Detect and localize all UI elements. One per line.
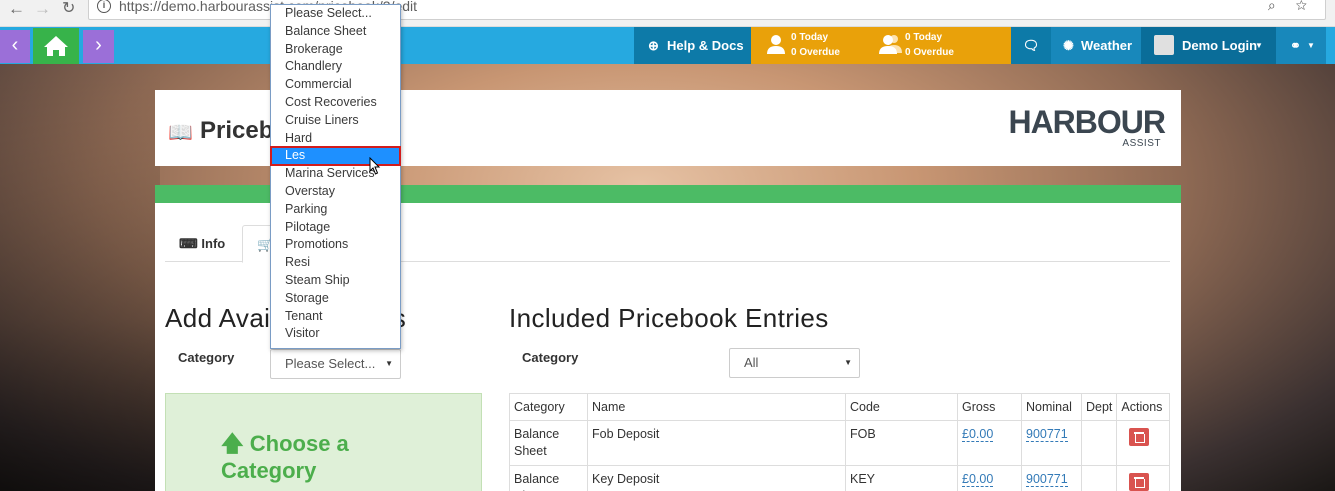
left-category-label: Category xyxy=(178,350,235,365)
table-row: Balance Sheet Key Deposit KEY £0.00 9007… xyxy=(509,465,1170,491)
trash-icon[interactable] xyxy=(1129,473,1150,491)
dropdown-option[interactable]: Pilotage xyxy=(271,219,400,237)
chevron-down-icon: ▼ xyxy=(1307,41,1315,50)
dropdown-option[interactable]: Tenant xyxy=(271,308,400,326)
choose-category-text: 🡅 Choose a Category xyxy=(221,431,349,483)
links-menu-button[interactable]: ⚭ ▼ xyxy=(1276,27,1326,64)
forward-nav-button[interactable]: › xyxy=(83,30,114,63)
zoom-icon[interactable]: ⌕ ☆ xyxy=(1268,0,1315,14)
dropdown-option[interactable]: Commercial xyxy=(271,76,400,94)
dropdown-option[interactable]: Visitor xyxy=(271,325,400,343)
chevron-down-icon: ▼ xyxy=(1255,41,1263,50)
tasks-today: 0 Today xyxy=(791,32,829,43)
trash-icon[interactable] xyxy=(1129,428,1150,446)
reload-icon[interactable]: ↻ xyxy=(62,0,75,18)
group-overdue: 0 Overdue xyxy=(905,47,954,58)
chevron-down-icon: ▼ xyxy=(844,358,852,367)
choose-category-panel: 🡅 Choose a Category xyxy=(165,393,482,491)
col-code: Code xyxy=(845,393,958,421)
home-icon xyxy=(44,36,68,56)
keyboard-icon: ⌨ xyxy=(179,236,198,251)
chat-icon: 🗨 xyxy=(1022,38,1040,53)
dropdown-option[interactable]: Promotions xyxy=(271,236,400,254)
dropdown-option[interactable]: Brokerage xyxy=(271,41,400,59)
sun-icon: ✺ xyxy=(1063,38,1074,53)
help-docs-label: Help & Docs xyxy=(667,38,744,53)
back-nav-button[interactable]: ‹ xyxy=(0,30,30,63)
dropdown-option[interactable]: Resi xyxy=(271,254,400,272)
weather-label: Weather xyxy=(1081,38,1133,53)
left-category-select[interactable]: Please Select... ▼ xyxy=(270,349,401,379)
col-dept: Dept xyxy=(1080,393,1118,421)
dropdown-option[interactable]: Hard xyxy=(271,130,400,148)
weather-button[interactable]: ✺ Weather xyxy=(1051,27,1141,64)
dropdown-option[interactable]: Chandlery xyxy=(271,58,400,76)
arrow-up-icon: 🡅 xyxy=(221,431,244,456)
col-gross: Gross xyxy=(957,393,1022,421)
harbour-assist-logo: HARBOUR ASSIST xyxy=(1008,104,1166,149)
nominal-link[interactable]: 900771 xyxy=(1026,427,1068,442)
avatar xyxy=(1154,35,1174,55)
col-nominal: Nominal xyxy=(1021,393,1082,421)
gross-link[interactable]: £0.00 xyxy=(962,427,994,442)
dropdown-option[interactable]: Overstay xyxy=(271,183,400,201)
link-icon: ⚭ xyxy=(1290,38,1301,53)
col-category: Category xyxy=(509,393,588,421)
dropdown-option[interactable]: Cost Recoveries xyxy=(271,94,400,112)
user-menu-button[interactable]: Demo Login ▼ xyxy=(1141,27,1276,64)
users-icon xyxy=(879,35,902,54)
col-actions: Actions xyxy=(1116,393,1170,421)
back-arrow-icon[interactable]: ← xyxy=(8,0,25,18)
browser-toolbar: ← → ↻ i https://demo.harbourassist.com/p… xyxy=(0,0,1335,27)
chevron-down-icon: ▼ xyxy=(385,359,393,368)
help-docs-button[interactable]: ⊕ Help & Docs xyxy=(634,27,751,64)
user-label: Demo Login xyxy=(1182,38,1258,53)
dropdown-option[interactable]: Cruise Liners xyxy=(271,112,400,130)
tab-info[interactable]: ⌨ Info xyxy=(165,225,239,263)
table-header-row: Category Name Code Gross Nominal Dept Ac… xyxy=(509,393,1170,421)
included-entries-heading: Included Pricebook Entries xyxy=(509,303,829,333)
dropdown-option[interactable]: Storage xyxy=(271,290,400,308)
right-category-label: Category xyxy=(522,350,579,365)
dropdown-option[interactable]: Parking xyxy=(271,201,400,219)
user-icon xyxy=(767,35,785,54)
nominal-link[interactable]: 900771 xyxy=(1026,472,1068,487)
dropdown-option[interactable]: Balance Sheet xyxy=(271,23,400,41)
pricebook-entries-table: Category Name Code Gross Nominal Dept Ac… xyxy=(509,393,1170,491)
group-tasks-button[interactable]: 0 Today 0 Overdue xyxy=(865,27,1011,64)
right-category-select[interactable]: All ▼ xyxy=(729,348,860,378)
book-icon: 📖 xyxy=(168,122,193,144)
table-row: Balance Sheet Fob Deposit FOB £0.00 9007… xyxy=(509,420,1170,466)
user-tasks-button[interactable]: 0 Today 0 Overdue xyxy=(751,27,865,64)
gross-link[interactable]: £0.00 xyxy=(962,472,994,487)
globe-icon: ⊕ xyxy=(648,38,659,53)
home-button[interactable] xyxy=(33,28,79,64)
category-dropdown-list[interactable]: Please Select... Balance Sheet Brokerage Ch… xyxy=(270,4,401,349)
app-navbar: ‹ › ⊕ Help & Docs 0 Today 0 Overdue 0 To… xyxy=(0,27,1335,64)
info-icon[interactable]: i xyxy=(97,0,111,13)
col-name: Name xyxy=(587,393,846,421)
background-masts xyxy=(0,64,160,491)
tasks-overdue: 0 Overdue xyxy=(791,47,840,58)
group-today: 0 Today xyxy=(905,32,943,43)
forward-arrow-icon[interactable]: → xyxy=(34,0,51,18)
mouse-cursor-icon xyxy=(369,157,381,175)
dropdown-option[interactable]: Please Select... xyxy=(271,5,400,23)
dropdown-option[interactable]: Steam Ship xyxy=(271,272,400,290)
chat-button[interactable]: 🗨 xyxy=(1011,27,1051,64)
